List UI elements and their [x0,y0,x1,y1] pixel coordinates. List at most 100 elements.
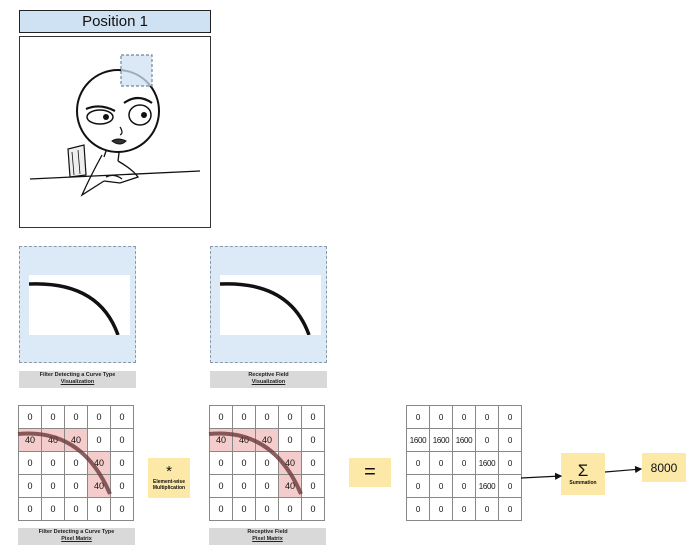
receptive-curve-shape [219,282,311,336]
matrix-cell: 0 [210,475,233,498]
matrix-cell: 0 [499,406,522,429]
matrix-cell: 1600 [430,429,453,452]
equals-symbol: = [364,461,376,483]
receptive-visualization-caption-sub: Visualization [251,379,286,385]
matrix-cell: 0 [42,452,65,475]
matrix-cell: 0 [407,452,430,475]
filter-visualization-canvas [28,275,130,336]
filter-visualization-caption-title: Filter Detecting a Curve Type [39,372,116,378]
receptive-visualization-canvas [219,275,321,336]
matrix-cell: 0 [65,498,88,521]
matrix-cell: 0 [279,498,302,521]
filter-matrix-caption: Filter Detecting a Curve Type Pixel Matr… [18,528,135,545]
matrix-cell: 40 [65,429,88,452]
matrix-cell: 0 [476,498,499,521]
filter-matrix-caption-sub: Pixel Matrix [61,536,92,542]
equals-box: = [349,458,391,487]
matrix-cell: 0 [111,406,134,429]
matrix-cell: 40 [210,429,233,452]
matrix-cell: 0 [42,406,65,429]
matrix-cell: 1600 [476,475,499,498]
matrix-cell: 0 [111,475,134,498]
matrix-cell: 0 [210,452,233,475]
matrix-cell: 1600 [407,429,430,452]
matrix-cell: 0 [111,452,134,475]
receptive-visualization-caption-title: Receptive Field [248,372,289,378]
matrix-cell: 40 [233,429,256,452]
matrix-cell: 0 [499,429,522,452]
receptive-visualization-caption: Receptive Field Visualization [210,371,327,388]
matrix-cell: 0 [19,406,42,429]
cartoon-image-frame [19,36,211,228]
matrix-cell: 40 [19,429,42,452]
arrow-to-summation [520,472,563,480]
matrix-cell: 0 [407,475,430,498]
matrix-cell: 0 [499,475,522,498]
receptive-visualization-panel [210,246,327,363]
matrix-cell: 0 [430,452,453,475]
matrix-cell: 0 [42,498,65,521]
position-title-text: Position 1 [82,13,148,30]
receptive-pixel-matrix: 0 0 0 0 0 40 40 40 0 0 0 0 0 40 0 0 0 0 40 0 0 0 0 0 0 [209,405,325,521]
result-value: 8000 [650,460,678,475]
matrix-cell: 0 [256,498,279,521]
position-title: Position 1 [19,10,211,33]
matrix-cell: 0 [256,452,279,475]
matrix-cell: 0 [210,406,233,429]
filter-visualization-panel [19,246,136,363]
matrix-cell: 0 [407,406,430,429]
matrix-cell: 0 [65,452,88,475]
matrix-cell: 0 [476,406,499,429]
matrix-cell: 0 [233,475,256,498]
matrix-cell: 40 [88,475,111,498]
matrix-cell: 0 [111,498,134,521]
filter-visualization-caption: Filter Detecting a Curve Type Visualizat… [19,371,136,388]
summation-box: Σ Summation [561,453,605,495]
filter-visualization-caption-sub: Visualization [60,379,95,385]
filter-matrix-caption-title: Filter Detecting a Curve Type [38,529,115,535]
matrix-cell: 0 [233,498,256,521]
matrix-cell: 0 [256,475,279,498]
cartoon-face-illustration [29,54,201,197]
matrix-cell: 0 [42,475,65,498]
matrix-cell: 0 [210,498,233,521]
matrix-cell: 0 [302,406,325,429]
matrix-cell: 0 [19,498,42,521]
matrix-cell: 40 [42,429,65,452]
matrix-cell: 0 [19,452,42,475]
receptive-matrix-caption-sub: Pixel Matrix [252,536,283,542]
arrow-to-result [604,465,643,474]
matrix-cell: 40 [256,429,279,452]
result-box: 8000 [642,453,686,482]
filter-pixel-matrix: 0 0 0 0 0 40 40 40 0 0 0 0 0 40 0 0 0 0 40 0 0 0 0 0 0 [18,405,134,521]
matrix-cell: 1600 [453,429,476,452]
receptive-matrix-caption: Receptive Field Pixel Matrix [209,528,326,545]
matrix-cell: 40 [279,452,302,475]
matrix-cell: 0 [302,498,325,521]
matrix-cell: 0 [302,429,325,452]
matrix-cell: 0 [65,475,88,498]
matrix-cell: 0 [499,498,522,521]
matrix-cell: 0 [279,429,302,452]
matrix-cell: 0 [88,406,111,429]
matrix-cell: 0 [19,475,42,498]
matrix-cell: 0 [407,498,430,521]
matrix-cell: 0 [279,406,302,429]
matrix-cell: 0 [233,406,256,429]
matrix-cell: 0 [430,406,453,429]
multiply-symbol: * [166,463,172,480]
matrix-cell: 0 [453,498,476,521]
matrix-cell: 0 [256,406,279,429]
matrix-cell: 0 [88,429,111,452]
matrix-cell: 0 [111,429,134,452]
receptive-matrix-caption-title: Receptive Field [247,529,288,535]
filter-curve-shape [28,282,120,336]
matrix-cell: 40 [279,475,302,498]
matrix-cell: 0 [476,429,499,452]
matrix-cell: 0 [65,406,88,429]
elementwise-multiplication-box: * Element-wise Multiplication [148,458,190,498]
matrix-cell: 0 [233,452,256,475]
matrix-cell: 1600 [476,452,499,475]
matrix-cell: 0 [499,452,522,475]
matrix-cell: 0 [430,498,453,521]
